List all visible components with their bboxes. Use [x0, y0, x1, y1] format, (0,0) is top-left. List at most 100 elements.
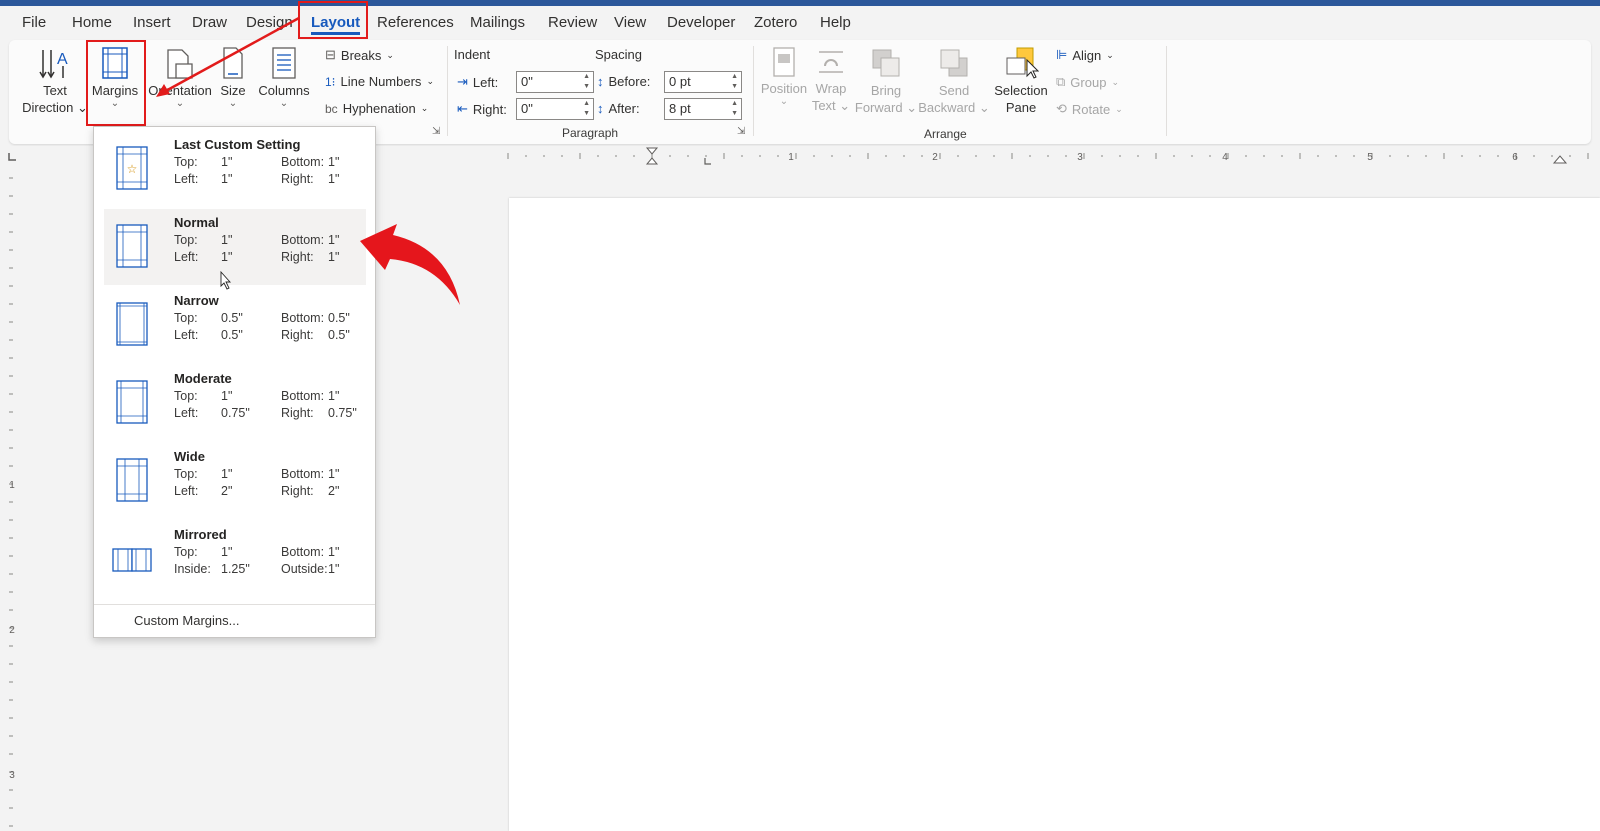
- paragraph-launcher-icon[interactable]: ⇲: [737, 126, 745, 137]
- columns-icon: [272, 47, 296, 79]
- arrange-group-label: Arrange: [924, 127, 967, 141]
- orientation-label: Orientation: [148, 83, 212, 98]
- tab-draw[interactable]: Draw: [192, 14, 227, 31]
- tab-review[interactable]: Review: [548, 14, 597, 31]
- position-button[interactable]: Position ⌄: [760, 46, 808, 107]
- wide-margins-icon: [116, 458, 148, 502]
- rotate-button[interactable]: ⟲ Rotate ⌄: [1056, 101, 1123, 117]
- tab-insert[interactable]: Insert: [133, 14, 171, 31]
- wrap-text-line2: Text ⌄: [811, 98, 851, 113]
- spacing-after-label: ↕ After:: [597, 101, 640, 116]
- spinner-arrows-icon[interactable]: ▲ ▼: [583, 72, 590, 92]
- margin-option-narrow[interactable]: Narrow Top: 0.5" Bottom: 0.5" Left: 0.5"…: [104, 287, 366, 363]
- tab-zotero[interactable]: Zotero: [754, 14, 797, 31]
- svg-text:A: A: [57, 51, 68, 68]
- margin-value: 1": [328, 467, 340, 481]
- size-button[interactable]: Size ⌄: [213, 46, 253, 109]
- ruler-number: 5: [1367, 152, 1373, 163]
- line-numbers-icon: 1⁝: [325, 74, 336, 89]
- margin-value: 2": [221, 484, 233, 498]
- tab-references[interactable]: References: [377, 14, 454, 31]
- tab-file[interactable]: File: [22, 14, 46, 31]
- margin-option-moderate[interactable]: Moderate Top: 1" Bottom: 1" Left: 0.75" …: [104, 365, 366, 441]
- selection-pane-button[interactable]: Selection Pane: [991, 46, 1051, 116]
- line-numbers-label: Line Numbers: [340, 74, 422, 89]
- tab-design[interactable]: Design: [246, 14, 293, 31]
- chevron-down-icon: ⌄: [1106, 49, 1114, 60]
- align-label: Align: [1072, 47, 1102, 63]
- wrap-text-button[interactable]: Wrap Text ⌄: [809, 46, 853, 114]
- wrap-text-icon: [819, 51, 843, 73]
- ruler-number: 2: [9, 625, 15, 636]
- ruler-number: 6: [1512, 152, 1518, 163]
- tab-developer[interactable]: Developer: [667, 14, 735, 31]
- tab-help[interactable]: Help: [820, 14, 851, 31]
- chevron-down-icon: ⌄: [175, 98, 185, 109]
- chevron-down-icon: ⌄: [279, 98, 289, 109]
- tab-mailings[interactable]: Mailings: [470, 14, 525, 31]
- text-direction-icon: A: [39, 50, 68, 79]
- document-page[interactable]: [509, 198, 1600, 831]
- margin-option-last-custom[interactable]: ☆ Last Custom Setting Top: 1" Bottom: 1"…: [104, 131, 366, 207]
- chevron-down-icon: ⌄: [779, 96, 789, 107]
- group-icon: ⧉: [1056, 74, 1066, 89]
- position-icon: [773, 47, 795, 77]
- hyphenation-button[interactable]: bc Hyphenation ⌄: [325, 101, 428, 116]
- spacing-before-value: 0 pt: [669, 74, 691, 89]
- spacing-after-input[interactable]: 8 pt ▲ ▼: [664, 98, 742, 120]
- hyphenation-icon: bc: [325, 101, 338, 116]
- chevron-down-icon: ⌄: [1115, 103, 1123, 114]
- bring-forward-button[interactable]: Bring Forward ⌄: [854, 46, 918, 116]
- margin-value: 1": [328, 562, 340, 576]
- position-label: Position: [760, 81, 808, 96]
- margin-key: Top:: [174, 467, 198, 481]
- margin-option-mirrored[interactable]: Mirrored Top: 1" Bottom: 1" Inside: 1.25…: [104, 521, 366, 597]
- margin-value: 1": [328, 172, 340, 186]
- margin-option-wide[interactable]: Wide Top: 1" Bottom: 1" Left: 2" Right: …: [104, 443, 366, 519]
- custom-margins-menu-item[interactable]: Custom Margins...: [134, 613, 239, 628]
- spacing-heading: Spacing: [595, 47, 642, 62]
- text-direction-line1: Text: [43, 83, 67, 98]
- spacing-before-input[interactable]: 0 pt ▲ ▼: [664, 71, 742, 93]
- vertical-ruler[interactable]: 1 2 3: [0, 168, 22, 831]
- chevron-down-icon: ⌄: [420, 103, 429, 113]
- page-setup-launcher-icon[interactable]: ⇲: [432, 126, 440, 137]
- indent-right-value: 0": [521, 101, 533, 116]
- text-direction-line2: Direction ⌄: [22, 100, 88, 115]
- indent-right-input[interactable]: 0" ▲ ▼: [516, 98, 594, 120]
- tab-home[interactable]: Home: [72, 14, 112, 31]
- margin-key: Left:: [174, 250, 199, 264]
- spinner-arrows-icon[interactable]: ▲ ▼: [583, 99, 590, 119]
- group-button[interactable]: ⧉ Group ⌄: [1056, 74, 1119, 90]
- indent-left-input[interactable]: 0" ▲ ▼: [516, 71, 594, 93]
- ruler-number: 3: [1077, 152, 1083, 163]
- margin-value: 1": [328, 545, 340, 559]
- margin-value: 1.25": [221, 562, 250, 576]
- rotate-label: Rotate: [1071, 101, 1111, 117]
- line-numbers-button[interactable]: 1⁝ Line Numbers ⌄: [325, 74, 434, 89]
- spacing-after-value: 8 pt: [669, 101, 691, 116]
- spacing-before-label: ↕ Before:: [597, 74, 651, 89]
- margin-option-normal[interactable]: Normal Top: 1" Bottom: 1" Left: 1" Right…: [104, 209, 366, 285]
- margin-value: 1": [221, 250, 233, 264]
- spinner-arrows-icon[interactable]: ▲ ▼: [731, 72, 738, 92]
- margin-key: Left:: [174, 172, 199, 186]
- spinner-arrows-icon[interactable]: ▲ ▼: [731, 99, 738, 119]
- breaks-button[interactable]: ⊟ Breaks ⌄: [325, 47, 394, 63]
- send-backward-icon: [940, 49, 968, 77]
- margin-value: 1": [221, 155, 233, 169]
- indent-left-value: 0": [521, 74, 533, 89]
- margin-key: Bottom:: [281, 311, 325, 325]
- margin-key: Bottom:: [281, 389, 325, 403]
- group-label: Group: [1070, 74, 1107, 90]
- orientation-icon: [167, 49, 193, 79]
- margin-value: 1": [328, 155, 340, 169]
- orientation-button[interactable]: Orientation ⌄: [147, 46, 213, 109]
- margin-key: Top:: [174, 233, 198, 247]
- margin-key: Left:: [174, 328, 199, 342]
- tab-view[interactable]: View: [614, 14, 646, 31]
- align-button[interactable]: ⊫ Align ⌄: [1056, 47, 1114, 63]
- text-direction-button[interactable]: A Text Direction ⌄: [17, 46, 93, 116]
- send-backward-button[interactable]: Send Backward ⌄: [918, 46, 990, 116]
- columns-button[interactable]: Columns ⌄: [255, 46, 313, 109]
